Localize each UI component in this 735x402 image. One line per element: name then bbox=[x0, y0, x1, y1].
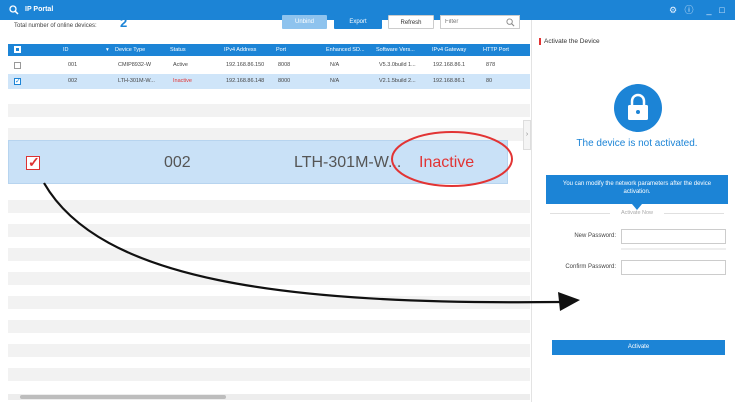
zoomed-checkbox bbox=[26, 154, 40, 171]
column-header-software-version[interactable]: Software Vers... bbox=[376, 47, 415, 53]
table-row[interactable]: 002 LTH-301M-W... Inactive 192.168.86.14… bbox=[8, 74, 530, 89]
info-tooltip: You can modify the network parameters af… bbox=[546, 175, 728, 210]
cell-enhanced-sdk: N/A bbox=[330, 62, 340, 68]
column-header-ipv4-gateway[interactable]: IPv4 Gateway bbox=[432, 47, 466, 53]
column-header-ipv4-address[interactable]: IPv4 Address bbox=[224, 47, 256, 53]
column-header-port[interactable]: Port bbox=[276, 47, 286, 53]
new-password-label: New Password: bbox=[574, 233, 616, 239]
activate-button[interactable]: Activate bbox=[552, 340, 725, 355]
cell-http-port: 80 bbox=[486, 78, 493, 84]
column-header-http-port[interactable]: HTTP Port bbox=[483, 47, 509, 53]
cell-software-version: V5.3.0build 1... bbox=[379, 62, 416, 68]
app-title: IP Portal bbox=[25, 6, 54, 13]
online-devices-count: 2 bbox=[120, 15, 128, 30]
cell-software-version: V2.1.5build 2... bbox=[379, 78, 416, 84]
password-strength-bar bbox=[621, 248, 726, 250]
lock-icon bbox=[628, 93, 648, 120]
empty-row bbox=[8, 104, 530, 117]
cell-id: 001 bbox=[68, 62, 78, 68]
empty-row bbox=[8, 344, 530, 357]
refresh-button[interactable]: Refresh bbox=[388, 15, 434, 29]
column-header-enhanced-sdk[interactable]: Enhanced SD... bbox=[326, 47, 365, 53]
cell-ipv4-gateway: 192.168.86.1 bbox=[433, 62, 466, 68]
zoomed-id: 002 bbox=[164, 154, 191, 171]
cell-http-port: 878 bbox=[486, 62, 496, 68]
search-icon[interactable] bbox=[506, 18, 515, 27]
select-all-checkbox[interactable] bbox=[14, 46, 21, 53]
empty-row bbox=[8, 200, 530, 213]
online-devices-label: Total number of online devices: bbox=[14, 23, 97, 29]
zoomed-status: Inactive bbox=[419, 154, 475, 171]
table-row[interactable]: 001 CMIP8932-W Active 192.168.86.150 800… bbox=[8, 58, 530, 73]
table-header: ID ▾ Device Type Status IPv4 Address Por… bbox=[8, 44, 530, 56]
maximize-icon[interactable]: □ bbox=[716, 4, 728, 16]
empty-row bbox=[8, 224, 530, 237]
panel-title: Activate the Device bbox=[539, 38, 600, 45]
empty-row bbox=[8, 320, 530, 333]
confirm-password-input[interactable] bbox=[621, 260, 726, 275]
sort-arrow-icon: ▾ bbox=[106, 47, 109, 53]
export-button[interactable]: Export bbox=[334, 15, 382, 29]
new-password-input[interactable] bbox=[621, 229, 726, 244]
cell-ipv4-address: 192.168.86.150 bbox=[226, 62, 265, 68]
cell-status: Active bbox=[173, 62, 188, 68]
zoomed-row-callout: 002 LTH-301M-W... Inactive bbox=[8, 140, 508, 184]
not-activated-message: The device is not activated. bbox=[576, 138, 698, 149]
cell-device-type: LTH-301M-W... bbox=[118, 78, 155, 84]
column-header-id[interactable]: ID bbox=[63, 47, 69, 53]
confirm-password-label: Confirm Password: bbox=[565, 264, 616, 270]
empty-row bbox=[8, 272, 530, 285]
zoomed-device-type: LTH-301M-W... bbox=[294, 154, 402, 171]
collapse-panel-toggle[interactable]: › bbox=[523, 120, 531, 150]
minimize-icon[interactable]: _ bbox=[703, 4, 715, 16]
cell-id: 002 bbox=[68, 78, 78, 84]
cell-port: 8000 bbox=[278, 78, 291, 84]
search-icon bbox=[9, 5, 19, 15]
filter-input[interactable] bbox=[441, 16, 505, 28]
empty-row bbox=[8, 248, 530, 261]
scrollbar-thumb[interactable] bbox=[20, 395, 226, 399]
row-checkbox[interactable] bbox=[14, 77, 21, 85]
cell-port: 8008 bbox=[278, 62, 291, 68]
column-header-device-type[interactable]: Device Type bbox=[115, 47, 145, 53]
cell-ipv4-gateway: 192.168.86.1 bbox=[433, 78, 466, 84]
cell-enhanced-sdk: N/A bbox=[330, 78, 340, 84]
info-icon[interactable]: ⓘ bbox=[683, 4, 695, 16]
filter-field bbox=[440, 15, 520, 29]
cell-device-type: CMIP8932-W bbox=[118, 62, 152, 68]
cell-ipv4-address: 192.168.86.148 bbox=[226, 78, 265, 84]
activate-now-divider: Activate Now bbox=[546, 210, 728, 216]
empty-row bbox=[8, 296, 530, 309]
lock-badge bbox=[614, 84, 662, 132]
row-checkbox[interactable] bbox=[14, 62, 21, 69]
empty-row bbox=[8, 368, 530, 381]
column-header-status[interactable]: Status bbox=[170, 47, 186, 53]
settings-gear-icon[interactable]: ⚙ bbox=[667, 4, 679, 16]
horizontal-scrollbar[interactable] bbox=[8, 394, 530, 400]
cell-status: Inactive bbox=[173, 78, 192, 84]
unbind-button[interactable]: Unbind bbox=[282, 15, 327, 29]
